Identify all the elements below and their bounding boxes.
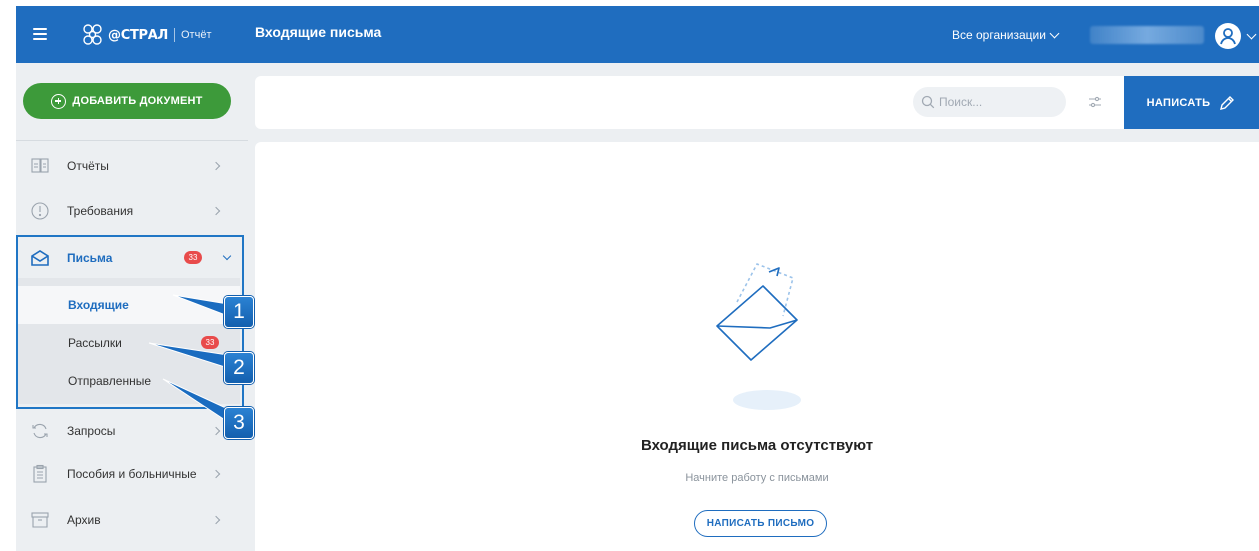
- organization-select-label: Все организации: [952, 28, 1046, 42]
- empty-state-title: Входящие письма отсутствуют: [640, 437, 874, 454]
- logo-subtitle: Отчёт: [181, 29, 212, 41]
- chevron-right-icon: [211, 515, 221, 525]
- sidebar-item-requests[interactable]: Запросы: [16, 412, 240, 450]
- write-button[interactable]: НАПИСАТЬ: [1124, 76, 1259, 129]
- sidebar-divider: [16, 140, 248, 141]
- app-window: @СТРАЛ Отчёт Входящие письма Все организ…: [16, 6, 1259, 551]
- chevron-right-icon: [211, 206, 221, 216]
- page-title: Входящие письма: [255, 24, 382, 40]
- user-name-blurred: [1090, 26, 1204, 44]
- logo-divider: [174, 28, 175, 42]
- chevron-right-icon: [211, 469, 221, 479]
- organization-select[interactable]: Все организации: [952, 28, 1060, 42]
- user-icon: [1220, 28, 1236, 45]
- clipboard-icon: [33, 464, 47, 483]
- refresh-icon: [32, 423, 48, 439]
- sidebar-item-benefits[interactable]: Пособия и больничные: [16, 455, 240, 493]
- sidebar-item-archive[interactable]: Архив: [16, 501, 240, 539]
- annotation-highlight-box: [16, 235, 244, 409]
- chevron-down-icon: [1049, 28, 1060, 38]
- avatar[interactable]: [1215, 23, 1241, 49]
- write-letter-button[interactable]: НАПИСАТЬ ПИСЬМО: [694, 510, 827, 537]
- logo[interactable]: @СТРАЛ Отчёт: [81, 20, 211, 50]
- reports-icon: [31, 158, 49, 173]
- write-button-label: НАПИСАТЬ: [1146, 96, 1211, 109]
- empty-envelope-illustration: [716, 263, 801, 410]
- requirements-icon: [31, 202, 49, 220]
- annotation-callout-3: 3: [224, 407, 254, 439]
- chevron-right-icon: [211, 161, 221, 171]
- sidebar-item-label: Запросы: [67, 424, 116, 438]
- logo-text: @СТРАЛ: [108, 27, 168, 43]
- sidebar-item-label: Пособия и больничные: [67, 467, 197, 481]
- top-bar: @СТРАЛ Отчёт Входящие письма Все организ…: [16, 6, 1259, 63]
- sidebar-item-label: Требования: [67, 204, 134, 218]
- annotation-callout-2: 2: [224, 352, 254, 384]
- add-document-label: ДОБАВИТЬ ДОКУМЕНТ: [72, 95, 203, 107]
- menu-icon[interactable]: [33, 28, 47, 40]
- chevron-down-icon[interactable]: [1246, 29, 1257, 40]
- add-document-button[interactable]: ДОБАВИТЬ ДОКУМЕНТ: [23, 83, 231, 119]
- plus-circle-icon: [51, 93, 67, 109]
- content-area: Входящие письма отсутствуют Начните рабо…: [255, 142, 1259, 551]
- search-input[interactable]: [913, 87, 1066, 117]
- archive-icon: [31, 512, 49, 528]
- filter-settings-icon[interactable]: [1087, 94, 1103, 110]
- toolbar: НАПИСАТЬ: [255, 76, 1259, 129]
- annotation-callout-1: 1: [224, 296, 254, 328]
- sidebar-item-requirements[interactable]: Требования: [16, 192, 240, 230]
- sidebar-item-label: Архив: [67, 513, 101, 527]
- pencil-icon: [1220, 95, 1235, 110]
- sidebar-item-label: Отчёты: [67, 159, 109, 173]
- empty-state-subtitle: Начните работу с письмами: [685, 472, 829, 484]
- sidebar-item-reports[interactable]: Отчёты: [16, 147, 240, 185]
- chevron-right-icon: [211, 426, 221, 436]
- logo-icon: [83, 24, 102, 45]
